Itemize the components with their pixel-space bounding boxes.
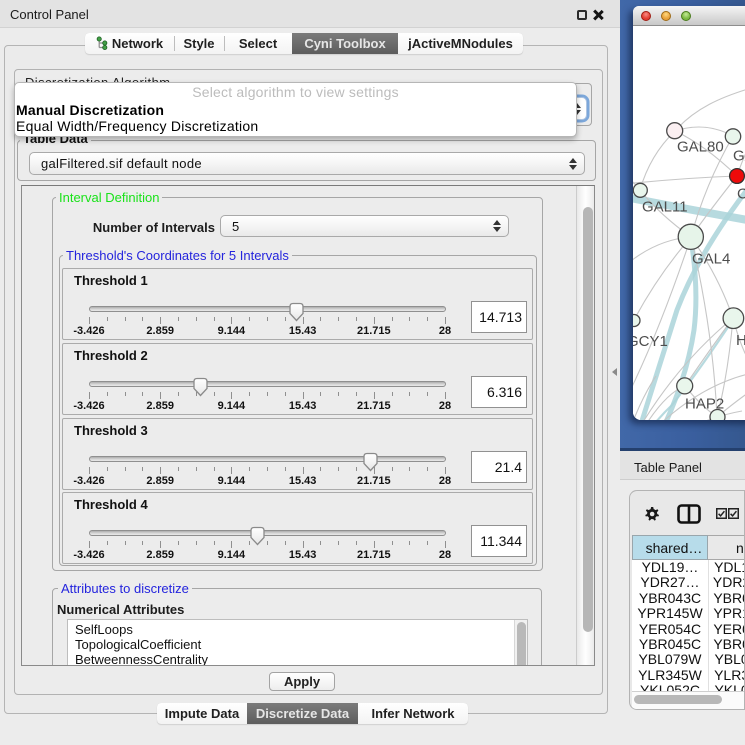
svg-text:GAL4: GAL4 [692,251,730,268]
svg-text:GAL11: GAL11 [642,198,688,215]
svg-text:HAP2: HAP2 [685,395,724,412]
svg-text:C: C [737,186,745,203]
svg-text:GAL80: GAL80 [677,139,724,156]
svg-text:H: H [736,332,745,349]
svg-text:GCY1: GCY1 [633,333,668,350]
svg-text:GA: GA [733,148,745,165]
